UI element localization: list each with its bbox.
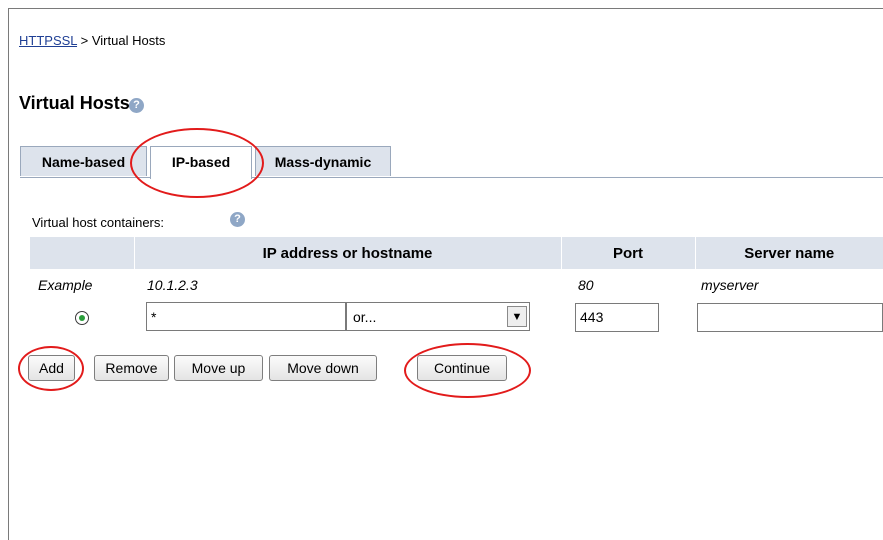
containers-label: Virtual host containers:: [32, 215, 164, 230]
frame-left-border: [8, 8, 9, 540]
remove-button[interactable]: Remove: [94, 355, 169, 381]
row-select-radio[interactable]: [75, 311, 89, 326]
tab-mass-dynamic[interactable]: Mass-dynamic: [255, 146, 391, 176]
header-server-name: Server name: [695, 237, 883, 269]
example-row: Example 10.1.2.3 80 myserver: [30, 269, 883, 301]
table-row: or... ▼: [30, 301, 883, 333]
page-title: Virtual Hosts: [19, 93, 130, 113]
port-input[interactable]: [575, 302, 659, 332]
move-up-button[interactable]: Move up: [174, 355, 263, 381]
add-button[interactable]: Add: [28, 355, 75, 381]
tab-ip-based[interactable]: IP-based: [150, 146, 252, 179]
breadcrumb-link-httpssl[interactable]: HTTPSSL: [19, 33, 77, 48]
breadcrumb-current: Virtual Hosts: [91, 33, 166, 48]
server-name-input[interactable]: [697, 302, 883, 332]
frame-top-border: [8, 8, 883, 9]
table-header-row: IP address or hostname Port Server name: [30, 237, 883, 269]
header-ip: IP address or hostname: [134, 237, 562, 269]
breadcrumb: HTTPSSL > Virtual Hosts: [19, 33, 165, 48]
header-select: [30, 237, 135, 269]
ip-address-input[interactable]: [146, 302, 346, 331]
move-down-button[interactable]: Move down: [269, 355, 377, 381]
help-icon[interactable]: ?: [129, 98, 144, 113]
example-port: 80: [578, 277, 594, 293]
example-server: myserver: [701, 277, 759, 293]
ip-select-value: or...: [353, 309, 377, 325]
tab-name-based[interactable]: Name-based: [20, 146, 147, 176]
example-label: Example: [38, 277, 93, 293]
ip-or-select[interactable]: or... ▼: [346, 302, 530, 331]
containers-help-icon[interactable]: ?: [230, 212, 245, 227]
chevron-down-icon[interactable]: ▼: [507, 306, 527, 327]
continue-button[interactable]: Continue: [417, 355, 507, 381]
breadcrumb-separator: >: [77, 33, 92, 48]
virtual-hosts-table: IP address or hostname Port Server name …: [30, 237, 883, 333]
example-ip: 10.1.2.3: [147, 277, 198, 293]
header-port: Port: [561, 237, 696, 269]
